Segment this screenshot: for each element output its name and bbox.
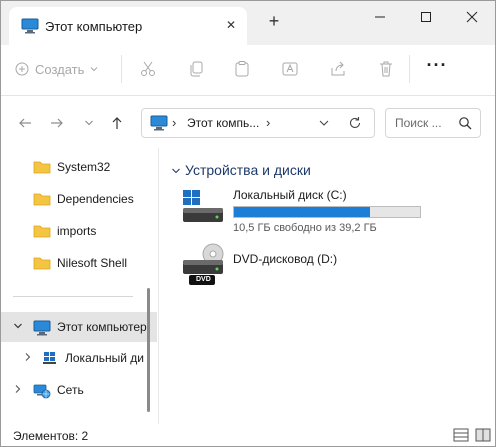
chevron-right-icon[interactable] [23, 352, 33, 365]
maximize-icon [421, 12, 431, 22]
computer-icon [33, 320, 51, 339]
drive-usage-bar [233, 206, 421, 218]
address-history-icon[interactable] [318, 117, 330, 132]
tab-close-icon[interactable]: ✕ [223, 17, 239, 33]
sidebar-scrollbar[interactable] [147, 288, 150, 412]
copy-icon [190, 61, 203, 77]
folder-icon [33, 256, 51, 273]
chevron-down-icon[interactable] [13, 321, 23, 334]
cut-button[interactable] [137, 58, 159, 80]
sidebar-item-this-pc[interactable]: Этот компьютер [1, 312, 157, 342]
pane-divider[interactable] [158, 148, 159, 424]
sidebar-item-system32[interactable]: System32 [1, 152, 157, 182]
arrow-right-icon [51, 118, 63, 128]
drive-free-space: 10,5 ГБ свободно из 39,2 ГБ [233, 222, 377, 234]
minimize-icon [375, 16, 385, 18]
windows-drive-icon [183, 190, 223, 222]
computer-icon [150, 115, 168, 134]
sidebar-item-label: Сеть [57, 383, 84, 397]
details-view-button[interactable] [453, 427, 469, 443]
folder-icon [33, 192, 51, 209]
sidebar-item-nilesoft-shell[interactable]: Nilesoft Shell [1, 248, 157, 278]
drive-name: Локальный диск (C:) [233, 188, 347, 202]
search-placeholder: Поиск ... [395, 116, 442, 130]
clipboard-icon [235, 61, 249, 77]
share-icon [331, 61, 345, 76]
sidebar-item-label: Nilesoft Shell [57, 256, 128, 270]
search-icon[interactable] [458, 116, 472, 133]
close-icon [466, 11, 478, 23]
arrow-up-icon [112, 117, 122, 129]
delete-button[interactable] [375, 58, 397, 80]
sidebar-item-dependencies[interactable]: Dependencies [1, 184, 157, 214]
create-button[interactable]: Создать [15, 57, 98, 81]
explorer-window: Этот компьютер ✕ + Создать ··· › Этот ко… [0, 0, 496, 447]
sidebar-item-label: System32 [57, 160, 111, 174]
status-bar: Элементов: 2 [1, 424, 495, 446]
breadcrumb-separator[interactable]: › [172, 115, 176, 130]
trash-icon [380, 61, 392, 77]
rename-icon [282, 62, 298, 76]
chevron-right-icon[interactable] [13, 384, 23, 397]
rename-button[interactable] [279, 58, 301, 80]
sidebar-item-imports[interactable]: imports [1, 216, 157, 246]
chevron-down-icon [85, 120, 93, 126]
tiles-view-icon [475, 428, 491, 442]
drive-usage-fill [234, 207, 371, 217]
new-tab-button[interactable]: + [263, 11, 285, 33]
details-view-icon [453, 428, 469, 442]
item-count: Элементов: 2 [13, 429, 89, 443]
up-button[interactable] [107, 113, 127, 133]
paste-button[interactable] [231, 58, 253, 80]
more-options-button[interactable]: ··· [425, 56, 449, 80]
create-label: Создать [35, 61, 85, 77]
scissors-icon [141, 61, 155, 76]
tab-title: Этот компьютер [45, 19, 143, 34]
back-button[interactable] [15, 113, 35, 133]
address-bar[interactable]: › Этот компь... › [141, 108, 375, 138]
chevron-down-icon [91, 67, 98, 72]
forward-button[interactable] [47, 113, 67, 133]
navigation-pane: System32 Dependencies imports Nilesoft S… [1, 148, 157, 424]
minimize-button[interactable] [357, 1, 403, 33]
copy-button[interactable] [185, 58, 207, 80]
maximize-button[interactable] [403, 1, 449, 33]
computer-icon [21, 18, 39, 37]
sidebar-item-network[interactable]: Сеть [1, 375, 157, 405]
folder-icon [33, 224, 51, 241]
command-bar: Создать ··· [1, 45, 495, 95]
search-box[interactable]: Поиск ... [385, 108, 481, 138]
drive-name: DVD-дисковод (D:) [233, 252, 338, 266]
breadcrumb-separator[interactable]: › [266, 115, 270, 130]
network-icon [33, 383, 51, 402]
command-separator [409, 55, 410, 83]
tab-this-pc[interactable]: Этот компьютер ✕ [9, 7, 247, 45]
share-button[interactable] [327, 58, 349, 80]
folder-icon [33, 160, 51, 177]
group-header[interactable]: Устройства и диски [185, 162, 311, 178]
sidebar-item-label: Локальный ди [65, 351, 144, 365]
arrow-left-icon [19, 118, 31, 128]
drive-item-d[interactable]: DVD DVD-дисковод (D:) [179, 243, 479, 300]
chevron-down-icon[interactable] [171, 165, 181, 179]
close-window-button[interactable] [449, 1, 495, 33]
tiles-view-button[interactable] [475, 427, 491, 443]
breadcrumb-this-pc[interactable]: Этот компь... [187, 116, 259, 130]
sidebar-separator [13, 296, 133, 297]
content-pane: Устройства и диски Локальный диск (C:) 1… [161, 148, 493, 424]
sidebar-item-local-disk[interactable]: Локальный ди [1, 343, 157, 373]
dvd-badge: DVD [196, 276, 211, 283]
sidebar-item-label: Этот компьютер [57, 320, 147, 334]
recent-locations-button[interactable] [79, 113, 99, 133]
command-separator [121, 55, 122, 83]
refresh-icon[interactable] [348, 116, 362, 133]
title-bar: Этот компьютер ✕ + [1, 1, 495, 45]
drive-item-c[interactable]: Локальный диск (C:) 10,5 ГБ свободно из … [179, 186, 479, 238]
plus-circle-icon [15, 62, 29, 76]
sidebar-item-label: Dependencies [57, 192, 134, 206]
windows-drive-icon [43, 352, 57, 367]
navigation-bar: › Этот компь... › Поиск ... [1, 96, 495, 148]
sidebar-item-label: imports [57, 224, 97, 238]
